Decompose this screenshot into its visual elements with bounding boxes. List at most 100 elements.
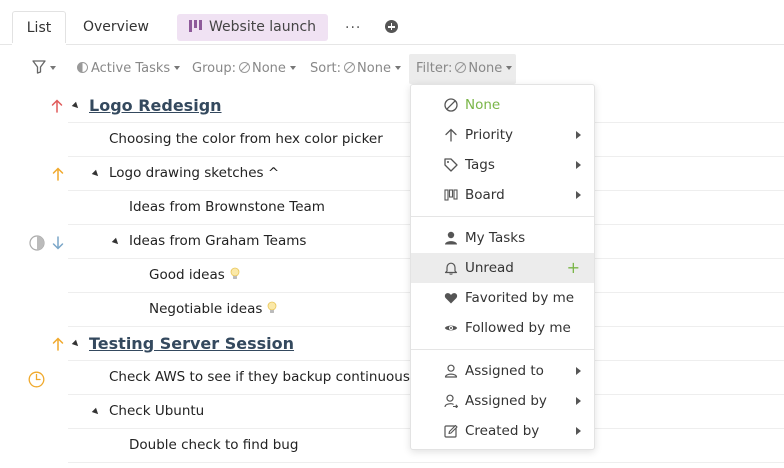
chevron-down-icon bbox=[394, 66, 401, 70]
priority-low-icon[interactable] bbox=[52, 236, 64, 250]
filter-option-none-label: None bbox=[465, 97, 501, 113]
task-title[interactable]: Choosing the color from hex color picker bbox=[109, 123, 383, 157]
filter-option-favorited[interactable]: Favorited by me bbox=[411, 283, 594, 313]
task-title: Good ideas bbox=[149, 267, 225, 283]
group-label: Group: bbox=[192, 61, 236, 76]
task-title[interactable]: Ideas from Brownstone Team bbox=[129, 191, 325, 225]
filter-option-created-by[interactable]: Created by bbox=[411, 416, 594, 446]
collapse-icon[interactable] bbox=[71, 339, 81, 349]
filter-dropdown[interactable]: Filter: None bbox=[409, 54, 516, 84]
ban-icon bbox=[444, 98, 458, 112]
menu-divider bbox=[411, 216, 594, 217]
bell-icon bbox=[444, 262, 458, 275]
task-title[interactable]: Logo Redesign bbox=[89, 89, 222, 123]
filter-option-priority[interactable]: Priority bbox=[411, 120, 594, 150]
edit-icon bbox=[444, 424, 458, 438]
timer-icon[interactable] bbox=[28, 371, 45, 388]
active-tasks-dropdown[interactable]: Active Tasks bbox=[77, 54, 181, 84]
chevron-down-icon bbox=[174, 66, 181, 70]
tab-website-launch[interactable]: Website launch bbox=[177, 14, 329, 41]
collapse-icon[interactable] bbox=[71, 101, 81, 111]
lightbulb-icon bbox=[230, 267, 240, 279]
tab-bar: List Overview Website launch ··· bbox=[0, 0, 784, 45]
task-title[interactable]: Check Ubuntu bbox=[109, 395, 204, 429]
collapse-icon[interactable] bbox=[111, 237, 121, 247]
submenu-arrow-icon bbox=[576, 367, 581, 375]
filter-toggle-button[interactable] bbox=[32, 54, 56, 84]
sort-label: Sort: bbox=[310, 61, 342, 76]
filter-option-followed-label: Followed by me bbox=[465, 320, 571, 336]
sort-dropdown[interactable]: Sort: None bbox=[310, 54, 401, 84]
board-icon bbox=[444, 189, 458, 201]
ban-icon bbox=[238, 62, 250, 73]
filter-option-assigned-to-label: Assigned to bbox=[465, 363, 544, 379]
half-circle-icon bbox=[77, 62, 88, 73]
filter-option-followed[interactable]: Followed by me bbox=[411, 313, 594, 343]
filter-option-board[interactable]: Board bbox=[411, 180, 594, 210]
chevron-down-icon bbox=[289, 66, 296, 70]
filter-menu: None Priority Tags Board My Tasks Unread… bbox=[410, 84, 595, 450]
filter-option-my-tasks-label: My Tasks bbox=[465, 230, 526, 246]
progress-half-icon[interactable] bbox=[29, 235, 45, 251]
task-title: Negotiable ideas bbox=[149, 301, 263, 317]
active-tab-indicator bbox=[12, 43, 66, 45]
submenu-arrow-icon bbox=[576, 131, 581, 139]
submenu-arrow-icon bbox=[576, 427, 581, 435]
chevron-down-icon bbox=[50, 66, 56, 70]
group-dropdown[interactable]: Group: None bbox=[192, 54, 296, 84]
ban-icon bbox=[344, 62, 356, 73]
filter-option-created-by-label: Created by bbox=[465, 423, 540, 439]
tab-list[interactable]: List bbox=[12, 11, 66, 45]
active-tasks-label: Active Tasks bbox=[91, 61, 171, 76]
lightbulb-icon bbox=[268, 301, 277, 313]
board-icon bbox=[189, 20, 202, 32]
user-icon bbox=[445, 231, 457, 245]
filter-value: None bbox=[468, 61, 503, 76]
task-title[interactable]: Check AWS to see if they backup continuo… bbox=[109, 361, 422, 395]
task-title-wrap[interactable]: Good ideas bbox=[149, 259, 240, 293]
submenu-arrow-icon bbox=[576, 397, 581, 405]
toolbar: Active Tasks Group: None Sort: None Filter… bbox=[0, 54, 784, 84]
filter-option-favorited-label: Favorited by me bbox=[465, 290, 575, 306]
add-filter-plus-icon[interactable]: + bbox=[567, 260, 580, 276]
filter-option-assigned-by[interactable]: Assigned by bbox=[411, 386, 594, 416]
user-outline-icon bbox=[444, 364, 458, 378]
filter-option-my-tasks[interactable]: My Tasks bbox=[411, 223, 594, 253]
sort-value: None bbox=[357, 61, 391, 76]
task-title-wrap[interactable]: Negotiable ideas bbox=[149, 293, 277, 327]
filter-option-assigned-by-label: Assigned by bbox=[465, 393, 547, 409]
submenu-arrow-icon bbox=[576, 161, 581, 169]
priority-medium-icon[interactable] bbox=[52, 337, 64, 351]
task-title[interactable]: Ideas from Graham Teams bbox=[129, 225, 306, 259]
collapse-icon[interactable] bbox=[91, 407, 101, 417]
filter-option-assigned-to[interactable]: Assigned to bbox=[411, 356, 594, 386]
task-title[interactable]: Testing Server Session bbox=[89, 327, 294, 361]
filter-label: Filter: bbox=[416, 61, 453, 76]
filter-option-priority-label: Priority bbox=[465, 127, 514, 143]
tab-overview[interactable]: Overview bbox=[83, 11, 149, 45]
tag-icon bbox=[444, 158, 458, 172]
more-tabs-button[interactable]: ··· bbox=[345, 12, 361, 46]
task-title[interactable]: Logo drawing sketches ^ bbox=[109, 157, 279, 191]
group-value: None bbox=[251, 61, 286, 76]
filter-option-tags-label: Tags bbox=[465, 157, 495, 173]
funnel-icon bbox=[32, 60, 46, 74]
task-title[interactable]: Double check to find bug bbox=[129, 429, 298, 463]
menu-divider bbox=[411, 349, 594, 350]
user-arrow-icon bbox=[444, 394, 458, 408]
priority-high-icon[interactable] bbox=[51, 99, 63, 113]
heart-icon bbox=[444, 293, 458, 304]
filter-option-none[interactable]: None bbox=[411, 90, 594, 120]
submenu-arrow-icon bbox=[576, 191, 581, 199]
eye-icon bbox=[444, 325, 458, 331]
chevron-down-icon bbox=[506, 66, 513, 70]
filter-option-unread-label: Unread bbox=[465, 260, 514, 276]
filter-option-unread[interactable]: Unread + bbox=[411, 253, 594, 283]
tab-website-launch-label: Website launch bbox=[209, 19, 317, 35]
ban-icon bbox=[455, 62, 467, 73]
filter-option-tags[interactable]: Tags bbox=[411, 150, 594, 180]
priority-medium-icon[interactable] bbox=[52, 167, 64, 181]
filter-option-board-label: Board bbox=[465, 187, 505, 203]
collapse-icon[interactable] bbox=[91, 169, 101, 179]
add-tab-icon[interactable] bbox=[385, 20, 398, 33]
